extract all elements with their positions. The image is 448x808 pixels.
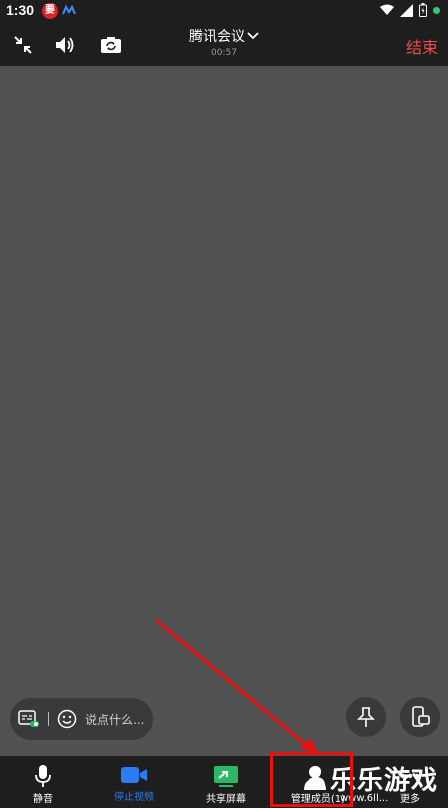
annotation-highlight-box [270, 752, 353, 807]
annotation-arrow-icon [155, 618, 320, 756]
